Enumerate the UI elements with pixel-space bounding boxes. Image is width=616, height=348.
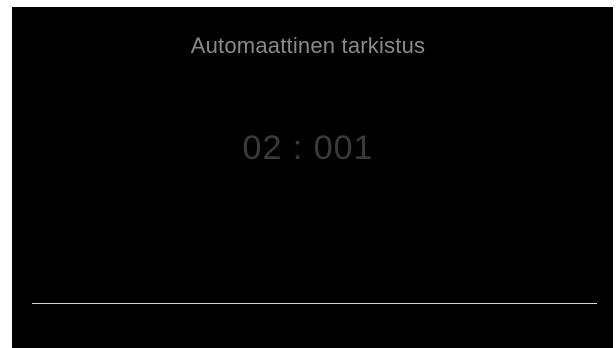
tv-screen: Automaattinen tarkistus 02 : 001 (12, 7, 613, 348)
channel-readout: 02 : 001 (242, 129, 374, 167)
screen-title: Automaattinen tarkistus (190, 33, 426, 58)
progress-line (32, 303, 597, 304)
